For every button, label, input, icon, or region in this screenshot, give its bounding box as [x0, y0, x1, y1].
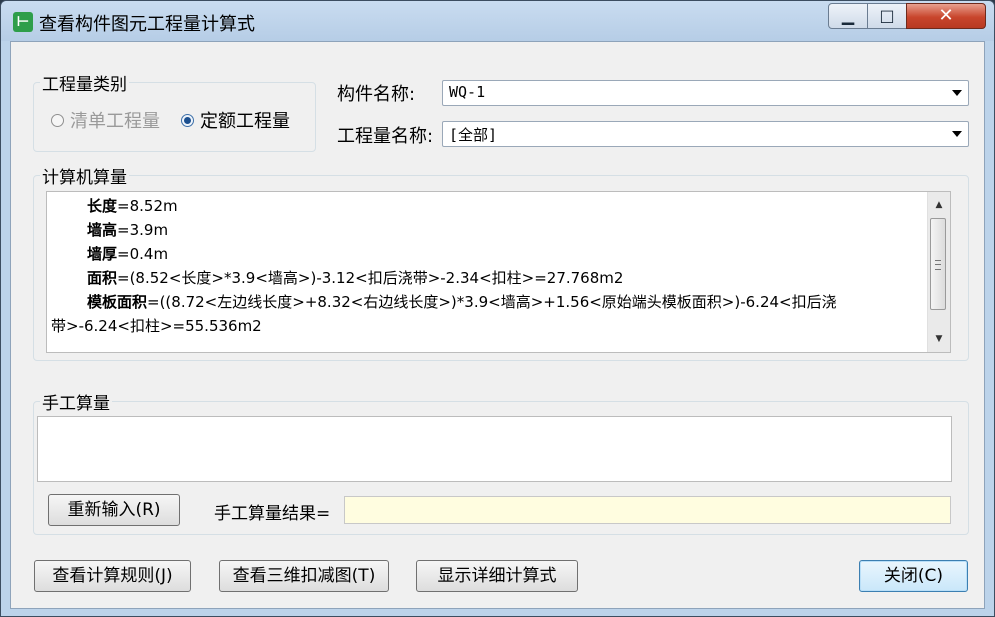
- qty-name-value: [全部]: [449, 126, 498, 144]
- dialog-client: 工程量类别 清单工程量 定额工程量 构件名称: WQ-1 工程量名称: [全部]…: [10, 41, 985, 609]
- dialog-window: ⊢ 查看构件图元工程量计算式 ▁ □ ✕ 工程量类别 清单工程量 定额工程量 构…: [0, 0, 995, 617]
- radio-list-qty-label: 清单工程量: [70, 111, 160, 132]
- calc-expr: =((8.72<左边线长度>+8.32<右边线长度>)*3.9<墙高>+1.56…: [147, 293, 837, 311]
- chevron-down-icon: [952, 90, 962, 96]
- component-name-label: 构件名称:: [337, 84, 416, 105]
- calc-line-height: 墙高=3.9m: [51, 218, 922, 242]
- app-logo-icon: ⊢: [13, 12, 33, 32]
- calc-line-formwork-area-cont: 带>-6.24<扣柱>=55.536m2: [51, 317, 262, 335]
- component-name-value: WQ-1: [449, 83, 486, 101]
- window-title: 查看构件图元工程量计算式: [39, 14, 255, 35]
- scroll-down-icon[interactable]: ▼: [928, 328, 950, 350]
- close-window-button[interactable]: ✕: [906, 3, 986, 29]
- calc-line-thickness: 墙厚=0.4m: [51, 242, 922, 266]
- view-3d-deduction-button[interactable]: 查看三维扣减图(T): [219, 560, 389, 592]
- manual-calc-input[interactable]: [37, 416, 952, 482]
- computer-calc-group-title: 计算机算量: [40, 163, 129, 188]
- calc-key: 面积: [87, 269, 118, 287]
- calc-key: 墙厚: [87, 245, 118, 263]
- show-detail-formula-button[interactable]: 显示详细计算式: [416, 560, 578, 592]
- manual-result-label: 手工算量结果=: [214, 504, 331, 524]
- computer-calc-content: 长度=8.52m 墙高=3.9m 墙厚=0.4m 面积=(8.52<长度>*3.…: [47, 192, 926, 352]
- minimize-icon: ▁: [841, 6, 855, 25]
- calc-line-area: 面积=(8.52<长度>*3.9<墙高>)-3.12<扣后浇带>-2.34<扣柱…: [51, 266, 922, 290]
- close-button[interactable]: 关闭(C): [859, 560, 968, 592]
- minimize-button[interactable]: ▁: [828, 3, 868, 29]
- calc-key: 长度: [87, 197, 118, 215]
- title-bar[interactable]: ⊢ 查看构件图元工程量计算式 ▁ □ ✕: [1, 1, 994, 41]
- calc-key: 模板面积: [87, 293, 148, 311]
- scroll-thumb[interactable]: [930, 218, 946, 310]
- calc-expr: =0.4m: [117, 245, 169, 263]
- calc-expr: =3.9m: [117, 221, 169, 239]
- manual-result-field[interactable]: [344, 496, 951, 524]
- close-icon: ✕: [938, 5, 954, 26]
- qty-name-select[interactable]: [全部]: [442, 121, 969, 147]
- manual-calc-group-title: 手工算量: [40, 389, 112, 414]
- vertical-scrollbar[interactable]: ▲ ▼: [927, 192, 950, 352]
- maximize-button[interactable]: □: [867, 3, 907, 29]
- chevron-down-icon: [952, 131, 962, 137]
- grip-icon: [935, 260, 941, 270]
- calc-expr: =8.52m: [117, 197, 178, 215]
- computer-calc-textbox[interactable]: 长度=8.52m 墙高=3.9m 墙厚=0.4m 面积=(8.52<长度>*3.…: [46, 191, 951, 353]
- calc-key: 墙高: [87, 221, 118, 239]
- reenter-button[interactable]: 重新输入(R): [48, 494, 180, 526]
- qty-type-group-title: 工程量类别: [40, 70, 129, 95]
- scroll-up-icon[interactable]: ▲: [928, 194, 950, 216]
- calc-line-length: 长度=8.52m: [51, 194, 922, 218]
- component-name-select[interactable]: WQ-1: [442, 80, 969, 106]
- radio-quota-qty[interactable]: 定额工程量: [181, 107, 290, 133]
- radio-quota-qty-label: 定额工程量: [200, 111, 290, 132]
- calc-expr: =(8.52<长度>*3.9<墙高>)-3.12<扣后浇带>-2.34<扣柱>=…: [117, 269, 624, 287]
- calc-line-formwork-area: 模板面积=((8.72<左边线长度>+8.32<右边线长度>)*3.9<墙高>+…: [51, 290, 922, 314]
- view-calc-rules-button[interactable]: 查看计算规则(J): [34, 560, 191, 592]
- radio-list-qty[interactable]: 清单工程量: [51, 107, 160, 133]
- radio-quota-qty-indicator: [181, 113, 194, 127]
- maximize-icon: □: [879, 6, 895, 25]
- qty-name-label: 工程量名称:: [337, 126, 434, 147]
- radio-list-qty-indicator: [51, 113, 64, 127]
